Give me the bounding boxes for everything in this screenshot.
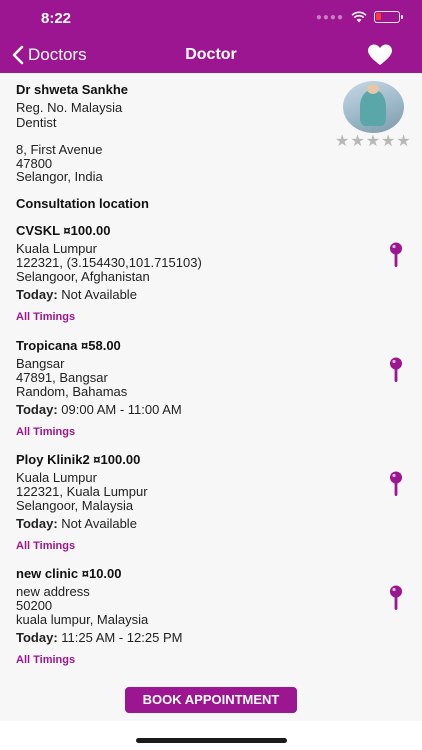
- clinic-name: new clinic ¤10.00: [16, 566, 122, 581]
- clinic-name: Tropicana ¤58.00: [16, 338, 121, 353]
- status-icons: ●●●●: [315, 11, 403, 23]
- clinic-address-line: 122321, (3.154430,101.715103): [16, 255, 202, 270]
- top-bar: 8:22 ●●●● Doctors Doctor: [0, 0, 422, 73]
- rating-stars: ★ ★ ★ ★ ★: [335, 134, 411, 150]
- clinic-today: Today: Not Available: [16, 516, 137, 531]
- all-timings-link[interactable]: All Timings: [16, 654, 75, 666]
- clinic-address-line: Kuala Lumpur: [16, 241, 97, 256]
- bottom-bar: [0, 721, 422, 750]
- today-hours: Not Available: [61, 287, 137, 302]
- wifi-icon: [351, 11, 367, 23]
- doctor-address-line: 8, First Avenue: [16, 142, 103, 157]
- clinic-address-line: kuala lumpur, Malaysia: [16, 612, 149, 627]
- battery-icon: [374, 11, 403, 23]
- doctor-address-line: Selangor, India: [16, 169, 103, 184]
- star-icon: ★: [396, 133, 411, 150]
- doctor-details: Dr shweta Sankhe Reg. No. Malaysia Denti…: [0, 73, 422, 721]
- heart-icon[interactable]: [367, 44, 393, 66]
- map-pin-icon[interactable]: [389, 242, 403, 268]
- doctor-name: Dr shweta Sankhe: [16, 82, 128, 97]
- star-icon: ★: [350, 133, 365, 150]
- star-icon: ★: [335, 133, 350, 150]
- signal-icon: ●●●●: [315, 11, 344, 23]
- map-pin-icon[interactable]: [389, 471, 403, 497]
- map-pin-icon[interactable]: [389, 585, 403, 611]
- status-time: 8:22: [41, 10, 72, 27]
- page-title: Doctor: [185, 46, 237, 63]
- clinic-address-line: Bangsar: [16, 356, 65, 371]
- home-indicator[interactable]: [136, 738, 287, 743]
- clinic-address-line: Random, Bahamas: [16, 384, 128, 399]
- clinic-address-line: Selangoor, Malaysia: [16, 498, 134, 513]
- today-label: Today:: [16, 287, 58, 302]
- today-hours: Not Available: [61, 516, 137, 531]
- clinic-today: Today: Not Available: [16, 287, 137, 302]
- clinic-name: CVSKL ¤100.00: [16, 223, 111, 238]
- clinic-address-line: 122321, Kuala Lumpur: [16, 484, 148, 499]
- clinic-today: Today: 11:25 AM - 12:25 PM: [16, 630, 182, 645]
- all-timings-link[interactable]: All Timings: [16, 540, 75, 552]
- clinic-address-line: 50200: [16, 598, 53, 613]
- doctor-specialty: Dentist: [16, 115, 57, 130]
- avatar: [343, 81, 404, 133]
- clinic-name: Ploy Klinik2 ¤100.00: [16, 452, 141, 467]
- clinic-address-line: new address: [16, 584, 90, 599]
- star-icon: ★: [365, 133, 381, 150]
- star-icon: ★: [381, 133, 396, 150]
- consultation-location-title: Consultation location: [16, 196, 149, 211]
- clinic-address-line: Selangoor, Afghanistan: [16, 269, 150, 284]
- today-label: Today:: [16, 402, 58, 417]
- today-label: Today:: [16, 630, 58, 645]
- map-pin-icon[interactable]: [389, 357, 403, 383]
- today-hours: 11:25 AM - 12:25 PM: [61, 630, 183, 645]
- today-hours: 09:00 AM - 11:00 AM: [61, 402, 182, 417]
- all-timings-link[interactable]: All Timings: [16, 426, 75, 438]
- clinic-address-line: 47891, Bangsar: [16, 370, 108, 385]
- doctor-reg: Reg. No. Malaysia: [16, 100, 123, 115]
- clinic-today: Today: 09:00 AM - 11:00 AM: [16, 402, 182, 417]
- book-appointment-button[interactable]: BOOK APPOINTMENT: [125, 687, 297, 713]
- all-timings-link[interactable]: All Timings: [16, 311, 75, 323]
- clinic-address-line: Kuala Lumpur: [16, 470, 97, 485]
- today-label: Today:: [16, 516, 58, 531]
